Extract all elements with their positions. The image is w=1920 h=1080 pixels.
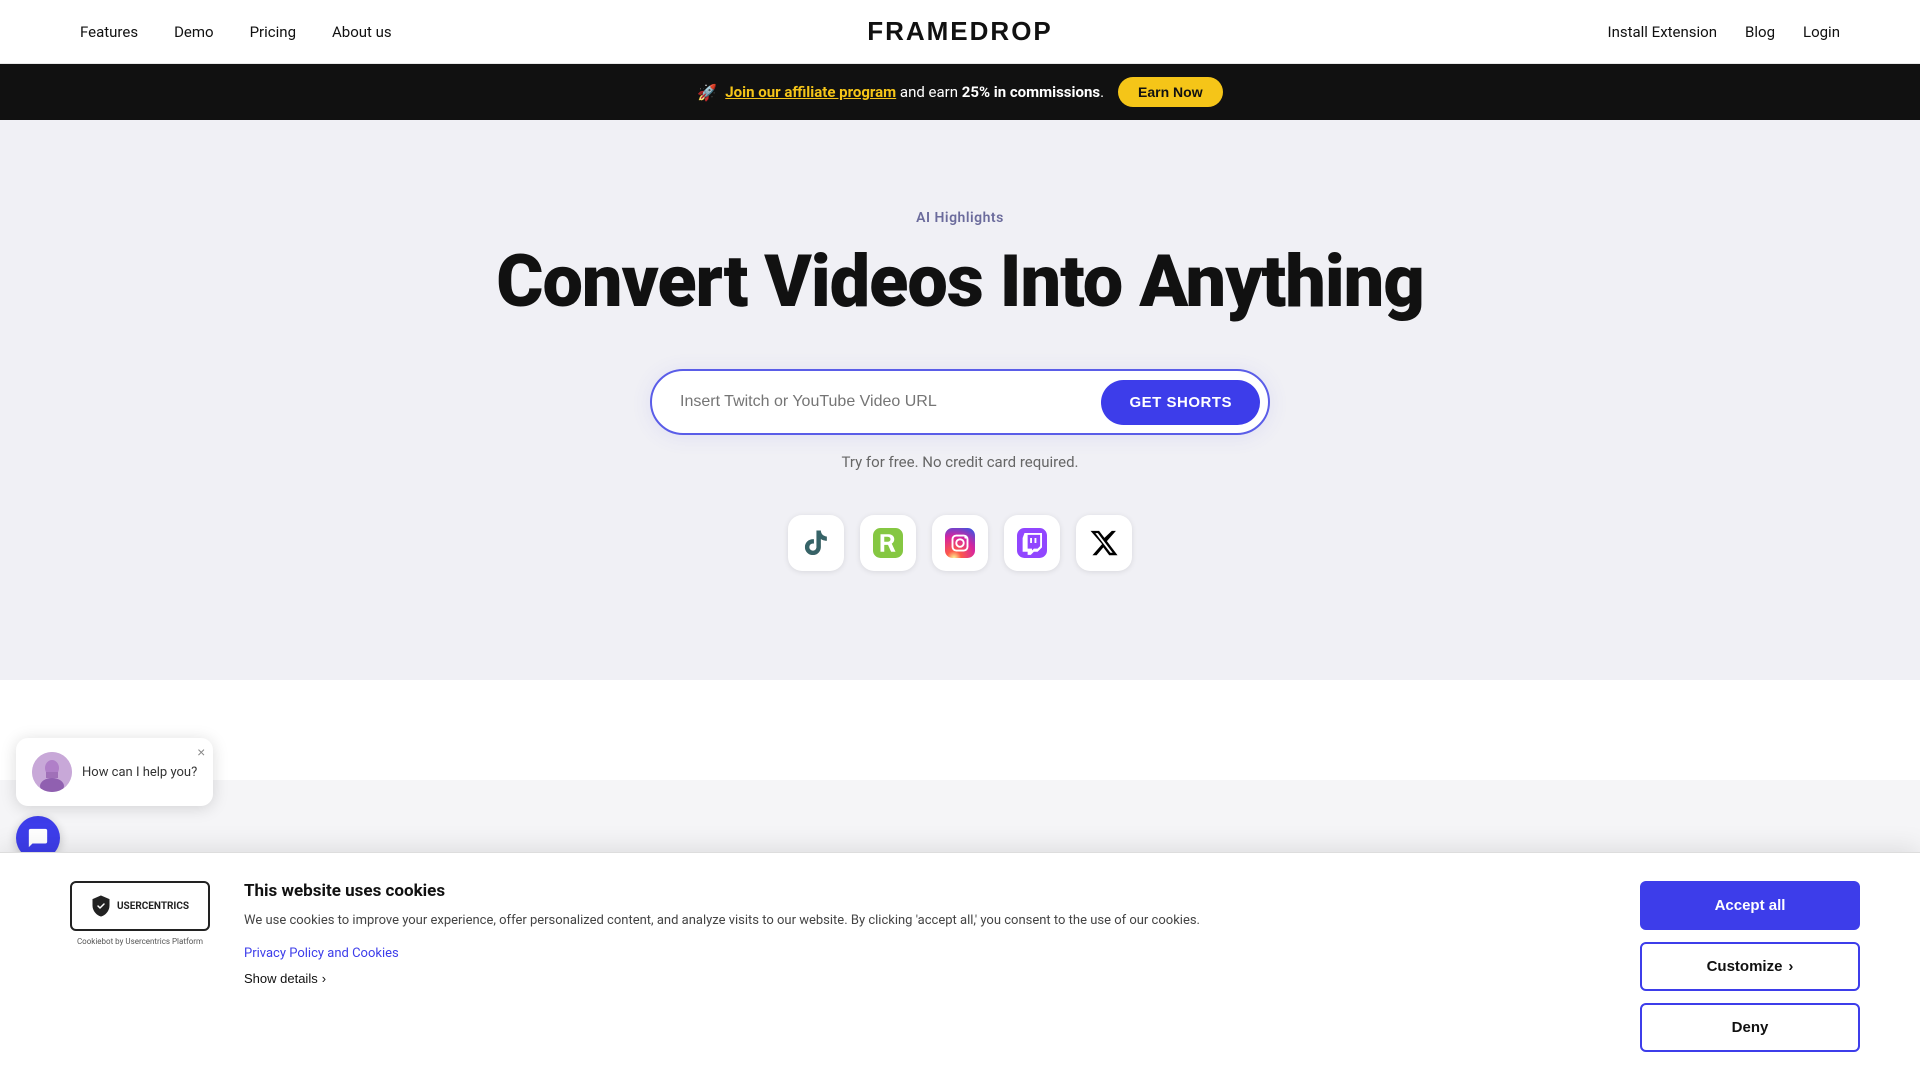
uc-logo-box: USERCENTRICS — [70, 881, 210, 931]
affiliate-banner: 🚀 Join our affiliate program and earn 25… — [0, 64, 1920, 120]
hero-tag: AI Highlights — [916, 210, 1004, 226]
accept-all-button[interactable]: Accept all — [1640, 881, 1860, 930]
x-twitter-icon[interactable] — [1076, 515, 1132, 571]
navbar: Features Demo Pricing About us FRAMEDROP… — [0, 0, 1920, 64]
hero-subtext: Try for free. No credit card required. — [842, 453, 1079, 471]
nav-install-extension[interactable]: Install Extension — [1607, 23, 1717, 41]
chat-close-button[interactable]: × — [197, 744, 205, 760]
chat-widget: How can I help you? × — [16, 738, 213, 860]
nav-login[interactable]: Login — [1803, 23, 1840, 41]
banner-commission: 25% in commissions — [962, 83, 1100, 101]
nav-pricing[interactable]: Pricing — [250, 23, 296, 41]
hero-title: Convert Videos Into Anything — [496, 242, 1424, 321]
banner-period: . — [1100, 83, 1104, 101]
cookie-policy-link[interactable]: Privacy Policy and Cookies — [244, 946, 399, 961]
chat-bubble: How can I help you? × — [16, 738, 213, 806]
chat-avatar — [32, 752, 72, 792]
banner-and-earn: and earn — [896, 83, 962, 101]
instagram-icon[interactable] — [932, 515, 988, 571]
chevron-right-icon: › — [322, 971, 326, 986]
cookie-description: We use cookies to improve your experienc… — [244, 911, 1600, 932]
earn-now-button[interactable]: Earn Now — [1118, 77, 1223, 107]
customize-button[interactable]: Customize › — [1640, 942, 1860, 991]
cookie-left: USERCENTRICS Cookiebot by Usercentrics P… — [60, 881, 1600, 986]
deny-button[interactable]: Deny — [1640, 1003, 1860, 1052]
uc-sub: Cookiebot by Usercentrics Platform — [77, 937, 203, 946]
nav-blog[interactable]: Blog — [1745, 23, 1775, 41]
rumble-icon[interactable] — [860, 515, 916, 571]
nav-features[interactable]: Features — [80, 23, 138, 41]
cookie-content: This website uses cookies We use cookies… — [244, 881, 1600, 986]
twitch-icon[interactable] — [1004, 515, 1060, 571]
nav-right: Install Extension Blog Login — [1607, 23, 1840, 41]
uc-shield-icon — [91, 895, 111, 917]
customize-label: Customize — [1707, 958, 1783, 975]
affiliate-link[interactable]: Join our affiliate program — [725, 83, 896, 101]
nav-about[interactable]: About us — [332, 23, 392, 41]
video-url-input-bar: GET SHORTS — [650, 369, 1270, 435]
cookie-buttons: Accept all Customize › Deny — [1640, 881, 1860, 1052]
show-details-button[interactable]: Show details › — [244, 971, 326, 986]
chat-message: How can I help you? — [82, 765, 197, 780]
cookie-title: This website uses cookies — [244, 881, 1600, 901]
cookie-banner: USERCENTRICS Cookiebot by Usercentrics P… — [0, 852, 1920, 1080]
video-url-input[interactable] — [680, 393, 1101, 411]
show-details-label: Show details — [244, 971, 318, 986]
usercentrics-logo: USERCENTRICS Cookiebot by Usercentrics P… — [60, 881, 220, 946]
hero-section: AI Highlights Convert Videos Into Anythi… — [0, 120, 1920, 680]
social-icons-row — [788, 515, 1132, 571]
nav-demo[interactable]: Demo — [174, 23, 214, 41]
site-logo[interactable]: FRAMEDROP — [867, 16, 1053, 47]
rocket-emoji: 🚀 — [697, 83, 717, 102]
nav-links: Features Demo Pricing About us — [80, 23, 392, 41]
get-shorts-button[interactable]: GET SHORTS — [1101, 380, 1260, 425]
second-section — [0, 680, 1920, 780]
banner-text: Join our affiliate program and earn 25% … — [725, 83, 1104, 101]
tiktok-icon[interactable] — [788, 515, 844, 571]
customize-chevron-icon: › — [1788, 958, 1793, 975]
uc-text: USERCENTRICS — [117, 900, 189, 913]
